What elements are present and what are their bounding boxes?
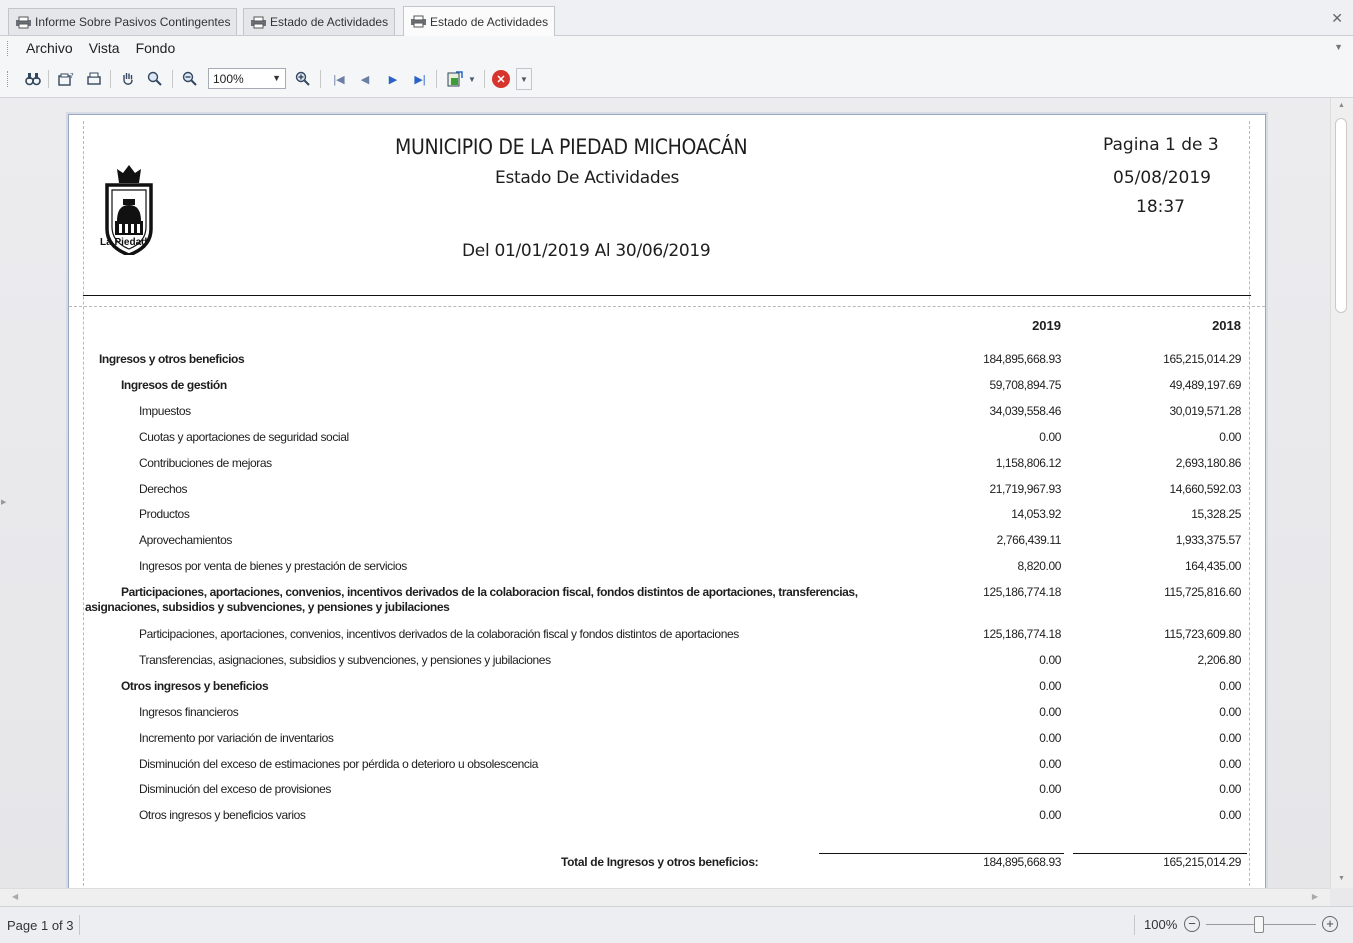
header-rule	[83, 295, 1251, 296]
vertical-scrollbar[interactable]: ▲ ▼	[1330, 98, 1353, 888]
total-label: Total de Ingresos y otros beneficios:	[561, 855, 759, 869]
report-time: 18:37	[1136, 197, 1185, 217]
margin-guide	[83, 121, 84, 901]
chevron-right-icon[interactable]: ▶	[1312, 892, 1318, 901]
zoom-slider-thumb[interactable]	[1254, 916, 1264, 933]
grip-handle[interactable]	[7, 41, 10, 56]
tab-estado-actividades-2[interactable]: Estado de Actividades	[403, 6, 556, 36]
tab-label: Informe Sobre Pasivos Contingentes	[35, 15, 231, 29]
next-page-icon[interactable]: ▶	[383, 69, 403, 89]
last-page-icon[interactable]: ▶|	[410, 69, 430, 89]
zoom-in-icon[interactable]	[293, 69, 313, 89]
total-2019: 184,895,668.93	[983, 855, 1061, 869]
margin-guide	[1249, 121, 1250, 901]
report-title: MUNICIPIO DE LA PIEDAD MICHOACÁN	[395, 135, 748, 159]
status-bar: Page 1 of 3 100% − +	[0, 906, 1353, 943]
close-preview-icon[interactable]: ✕	[492, 70, 510, 88]
report-date: 05/08/2019	[1113, 168, 1211, 188]
zoom-in-icon[interactable]: +	[1322, 916, 1338, 932]
close-icon[interactable]: ✕	[1331, 10, 1343, 27]
separator	[436, 70, 437, 88]
separator	[484, 70, 485, 88]
margin-guide	[69, 306, 1265, 307]
total-rule	[819, 853, 1064, 854]
logo-caption: La Piedad	[100, 237, 148, 248]
menu-bar: Archivo Vista Fondo ▼	[0, 36, 1353, 60]
menu-fondo[interactable]: Fondo	[136, 40, 176, 56]
chevron-down-icon[interactable]: ▼	[516, 68, 532, 90]
first-page-icon[interactable]: |◀	[329, 69, 349, 89]
find-icon[interactable]	[23, 69, 43, 89]
total-2018: 165,215,014.29	[1163, 855, 1241, 869]
printer-icon	[250, 16, 267, 29]
hand-tool-icon[interactable]	[118, 69, 138, 89]
previous-page-icon[interactable]: ◀	[355, 69, 375, 89]
report-page: La Piedad MUNICIPIO DE LA PIEDAD MICHOAC…	[68, 114, 1266, 904]
tab-label: Estado de Actividades	[430, 14, 549, 29]
separator	[48, 70, 49, 88]
separator	[1134, 915, 1135, 935]
report-subtitle: Estado De Actividades	[495, 168, 680, 188]
total-rule	[1073, 853, 1247, 854]
status-page-count: Page 1 of 3	[7, 918, 74, 933]
scroll-thumb[interactable]	[1335, 118, 1347, 313]
chevron-down-icon[interactable]: ▼	[1338, 875, 1345, 882]
svg-text:?: ?	[70, 72, 74, 80]
toolbar: ? 100% ▼ |◀ ◀ ▶ ▶| ▼ ✕ ▼	[0, 60, 1353, 98]
separator	[110, 70, 111, 88]
zoom-out-icon[interactable]	[180, 69, 200, 89]
tab-label: Estado de Actividades	[270, 15, 389, 29]
chevron-right-icon[interactable]: ▶	[1, 498, 6, 506]
printer-icon	[15, 16, 32, 29]
column-header-2019: 2019	[1032, 318, 1061, 333]
zoom-out-icon[interactable]: −	[1184, 916, 1200, 932]
separator	[79, 915, 80, 935]
zoom-select[interactable]: 100% ▼	[208, 68, 286, 89]
chevron-down-icon[interactable]: ▼	[466, 69, 478, 89]
report-page-info: Pagina 1 de 3	[1103, 135, 1219, 155]
separator	[172, 70, 173, 88]
tab-estado-actividades-1[interactable]: Estado de Actividades	[243, 8, 396, 35]
chevron-up-icon[interactable]: ▲	[1338, 102, 1345, 109]
print-icon[interactable]	[84, 69, 104, 89]
document-tab-strip: Informe Sobre Pasivos Contingentes Estad…	[0, 0, 1353, 36]
menu-vista[interactable]: Vista	[89, 40, 120, 56]
report-period: Del 01/01/2019 Al 30/06/2019	[462, 241, 711, 261]
export-icon[interactable]	[445, 69, 465, 89]
parameters-icon[interactable]: ?	[56, 69, 76, 89]
magnifier-icon[interactable]	[145, 69, 165, 89]
chevron-left-icon[interactable]: ◀	[12, 892, 18, 901]
status-zoom-value: 100%	[1144, 917, 1178, 932]
chevron-down-icon[interactable]: ▼	[1334, 42, 1343, 52]
tab-informe-pasivos[interactable]: Informe Sobre Pasivos Contingentes	[8, 8, 238, 35]
grip-handle[interactable]	[7, 71, 10, 87]
zoom-value: 100%	[213, 72, 244, 86]
chevron-down-icon[interactable]: ▼	[272, 73, 281, 83]
menu-archivo[interactable]: Archivo	[26, 40, 73, 56]
column-header-2018: 2018	[1212, 318, 1241, 333]
printer-icon	[410, 15, 427, 28]
separator	[320, 70, 321, 88]
horizontal-scrollbar[interactable]: ◀ ▶	[0, 888, 1330, 906]
